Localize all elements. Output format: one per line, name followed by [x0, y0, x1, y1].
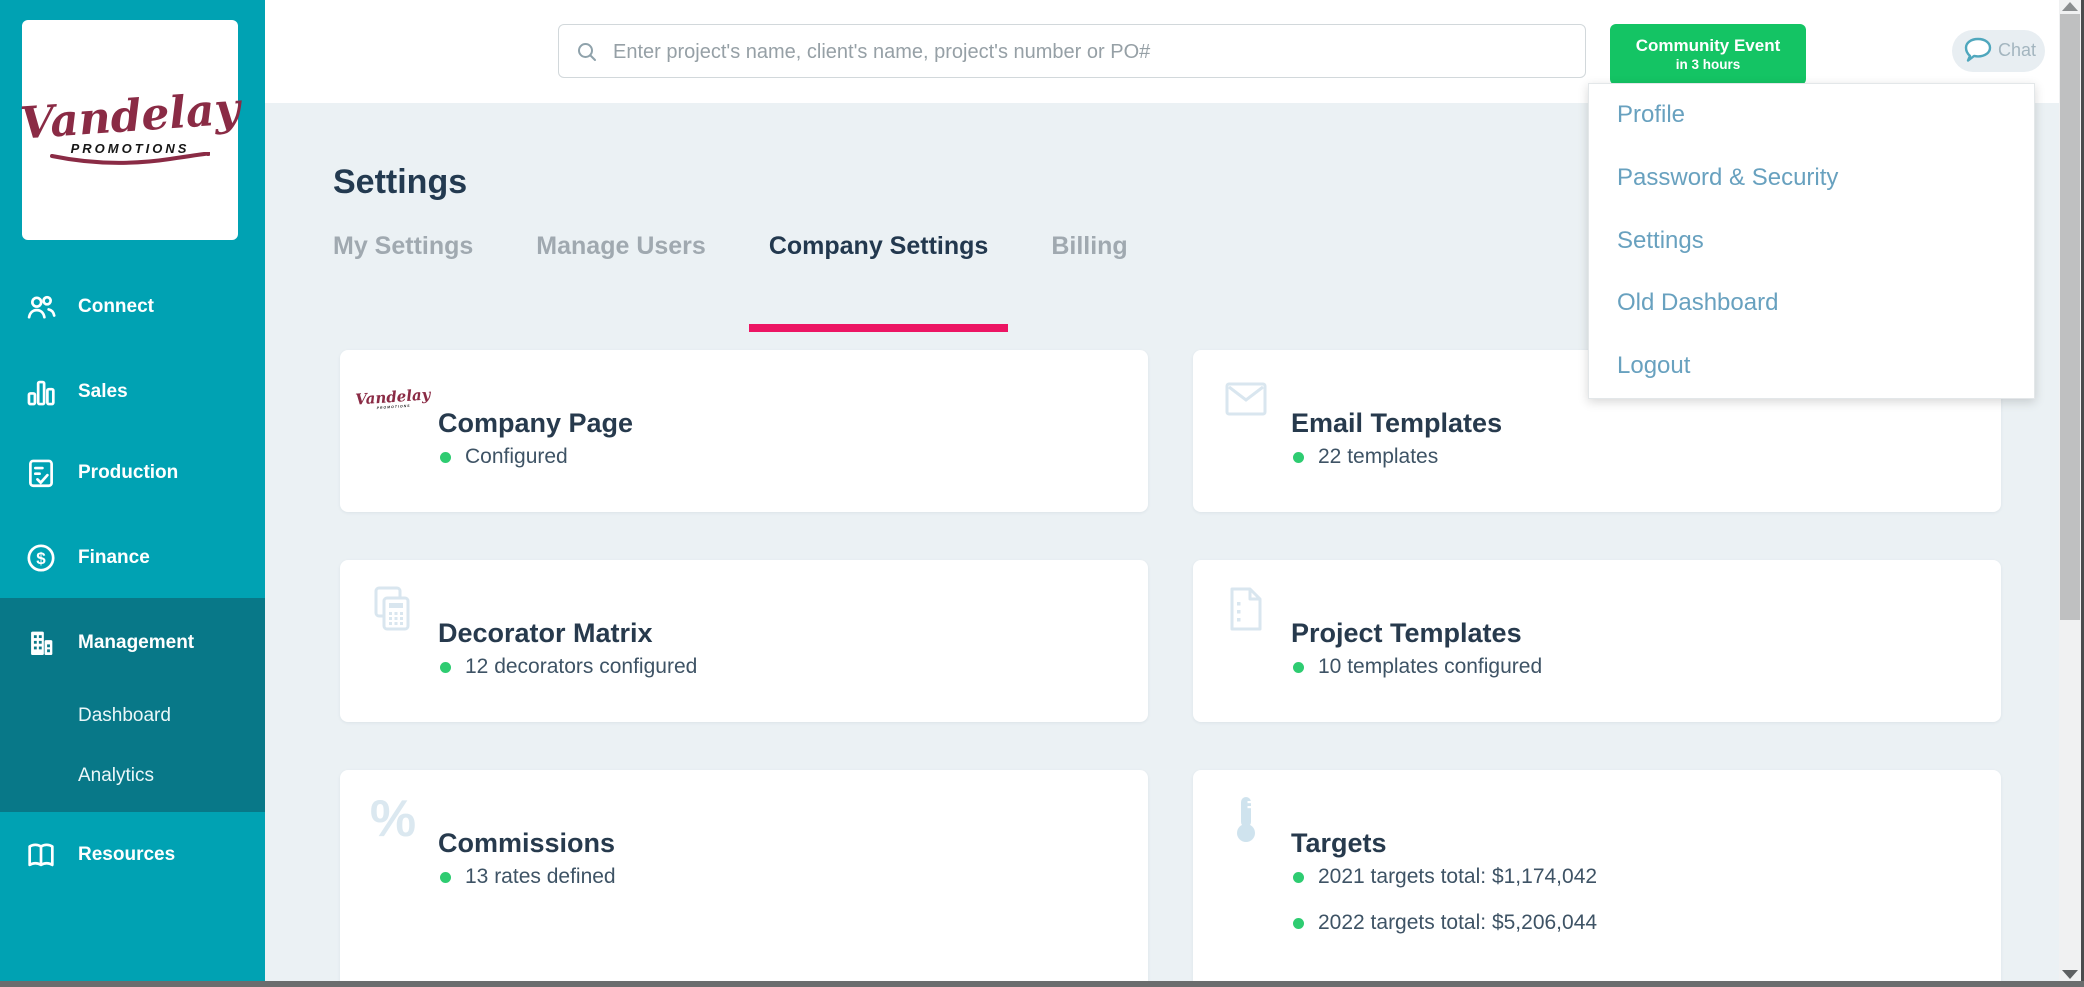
card-statuses: 10 templates configured: [1293, 644, 1542, 690]
status-dot-icon: [440, 872, 451, 883]
sidebar-item-label: Production: [78, 462, 178, 484]
status-row: 22 templates: [1293, 434, 1438, 480]
scrollbar-down-arrow-icon[interactable]: [2062, 970, 2078, 979]
thermometer-icon: [1223, 796, 1269, 842]
dollar-circle-icon: $: [24, 541, 58, 575]
status-dot-icon: [1293, 662, 1304, 673]
document-icon: [1223, 586, 1269, 632]
sidebar-item-finance[interactable]: $ Finance: [0, 536, 265, 580]
envelope-icon: [1223, 376, 1269, 422]
sidebar-item-label: Sales: [78, 381, 128, 403]
card-decorator-matrix[interactable]: Decorator Matrix 12 decorators configure…: [340, 560, 1148, 722]
status-text: Configured: [465, 445, 568, 469]
sidebar-item-resources[interactable]: Resources: [0, 833, 265, 877]
sidebar-subitem-label: Dashboard: [78, 705, 171, 727]
card-statuses: 2021 targets total: $1,174,042 2022 targ…: [1293, 854, 1597, 946]
event-button-line1: Community Event: [1616, 36, 1800, 56]
card-targets[interactable]: Targets 2021 targets total: $1,174,042 2…: [1193, 770, 2001, 987]
sidebar-item-connect[interactable]: Connect: [0, 285, 265, 329]
svg-text:$: $: [36, 549, 46, 568]
card-commissions[interactable]: % Commissions 13 rates defined: [340, 770, 1148, 987]
status-text: 2021 targets total: $1,174,042: [1318, 865, 1597, 889]
chat-bubble-icon: [1961, 35, 1995, 67]
vertical-scrollbar: [2059, 0, 2081, 987]
sidebar-item-label: Management: [78, 632, 194, 654]
open-book-icon: [24, 838, 58, 872]
people-icon: [24, 290, 58, 324]
status-dot-icon: [440, 662, 451, 673]
calculator-icon: [370, 586, 416, 632]
card-statuses: 22 templates: [1293, 434, 1438, 480]
tab-manage-users[interactable]: Manage Users: [516, 232, 726, 296]
menu-item-settings[interactable]: Settings: [1589, 210, 2034, 273]
status-row: Configured: [440, 434, 568, 480]
sidebar-subitem-label: Analytics: [78, 765, 154, 787]
status-row: 12 decorators configured: [440, 644, 697, 690]
sidebar-item-dashboard[interactable]: Dashboard: [0, 700, 265, 732]
sidebar-item-analytics[interactable]: Analytics: [0, 760, 265, 792]
status-dot-icon: [440, 452, 451, 463]
status-text: 22 templates: [1318, 445, 1438, 469]
logo-swash: [50, 152, 210, 166]
status-text: 2022 targets total: $5,206,044: [1318, 911, 1597, 935]
menu-item-logout[interactable]: Logout: [1589, 335, 2034, 398]
bar-chart-icon: [24, 375, 58, 409]
chat-button[interactable]: Chat: [1952, 30, 2045, 72]
event-button-line2: in 3 hours: [1616, 57, 1800, 73]
user-menu-dropdown: Profile Password & Security Settings Old…: [1588, 83, 2035, 399]
card-project-templates[interactable]: Project Templates 10 templates configure…: [1193, 560, 2001, 722]
sidebar-item-label: Finance: [78, 547, 150, 569]
sidebar-item-label: Resources: [78, 844, 175, 866]
window-bottom-edge: [0, 981, 2084, 987]
app-window: Vandelay PROMOTIONS Connect: [0, 0, 2084, 987]
status-text: 13 rates defined: [465, 865, 616, 889]
search-input[interactable]: [611, 26, 1575, 78]
card-statuses: Configured: [440, 434, 568, 480]
community-event-button[interactable]: Community Event in 3 hours: [1610, 24, 1806, 85]
page-title: Settings: [333, 163, 467, 202]
scrollbar-up-arrow-icon[interactable]: [2062, 2, 2078, 11]
mini-logo-sub: PROMOTIONS: [376, 403, 410, 409]
settings-tabs: My Settings Manage Users Company Setting…: [313, 232, 1148, 296]
sidebar-item-sales[interactable]: Sales: [0, 370, 265, 414]
card-company-page[interactable]: Vandelay PROMOTIONS Company Page Configu…: [340, 350, 1148, 512]
search-bar: [558, 24, 1586, 78]
settings-cards-grid: Vandelay PROMOTIONS Company Page Configu…: [340, 350, 2001, 987]
status-text: 12 decorators configured: [465, 655, 697, 679]
logo-script-text: Vandelay: [19, 87, 242, 146]
building-icon: [24, 626, 58, 660]
scrollbar-thumb[interactable]: [2060, 14, 2080, 620]
menu-item-profile[interactable]: Profile: [1589, 84, 2034, 147]
status-row: 10 templates configured: [1293, 644, 1542, 690]
search-icon: [575, 40, 599, 64]
clipboard-check-icon: [24, 456, 58, 490]
sidebar: Vandelay PROMOTIONS Connect: [0, 0, 265, 987]
menu-item-password-security[interactable]: Password & Security: [1589, 147, 2034, 210]
company-logo[interactable]: Vandelay PROMOTIONS: [22, 20, 238, 240]
status-dot-icon: [1293, 918, 1304, 929]
sidebar-item-label: Connect: [78, 296, 154, 318]
chat-button-label: Chat: [1998, 40, 2036, 61]
tab-company-settings[interactable]: Company Settings: [749, 232, 1008, 296]
status-row: 13 rates defined: [440, 854, 616, 900]
sidebar-item-management[interactable]: Management: [0, 621, 265, 665]
status-row: 2022 targets total: $5,206,044: [1293, 900, 1597, 946]
status-dot-icon: [1293, 452, 1304, 463]
status-dot-icon: [1293, 872, 1304, 883]
sidebar-item-production[interactable]: Production: [0, 451, 265, 495]
status-row: 2021 targets total: $1,174,042: [1293, 854, 1597, 900]
card-statuses: 13 rates defined: [440, 854, 616, 900]
menu-item-old-dashboard[interactable]: Old Dashboard: [1589, 272, 2034, 335]
status-text: 10 templates configured: [1318, 655, 1542, 679]
card-statuses: 12 decorators configured: [440, 644, 697, 690]
tab-my-settings[interactable]: My Settings: [313, 232, 493, 296]
tab-billing[interactable]: Billing: [1031, 232, 1147, 296]
percent-icon: %: [370, 796, 416, 842]
vandelay-mini-logo-icon: Vandelay PROMOTIONS: [368, 374, 417, 423]
